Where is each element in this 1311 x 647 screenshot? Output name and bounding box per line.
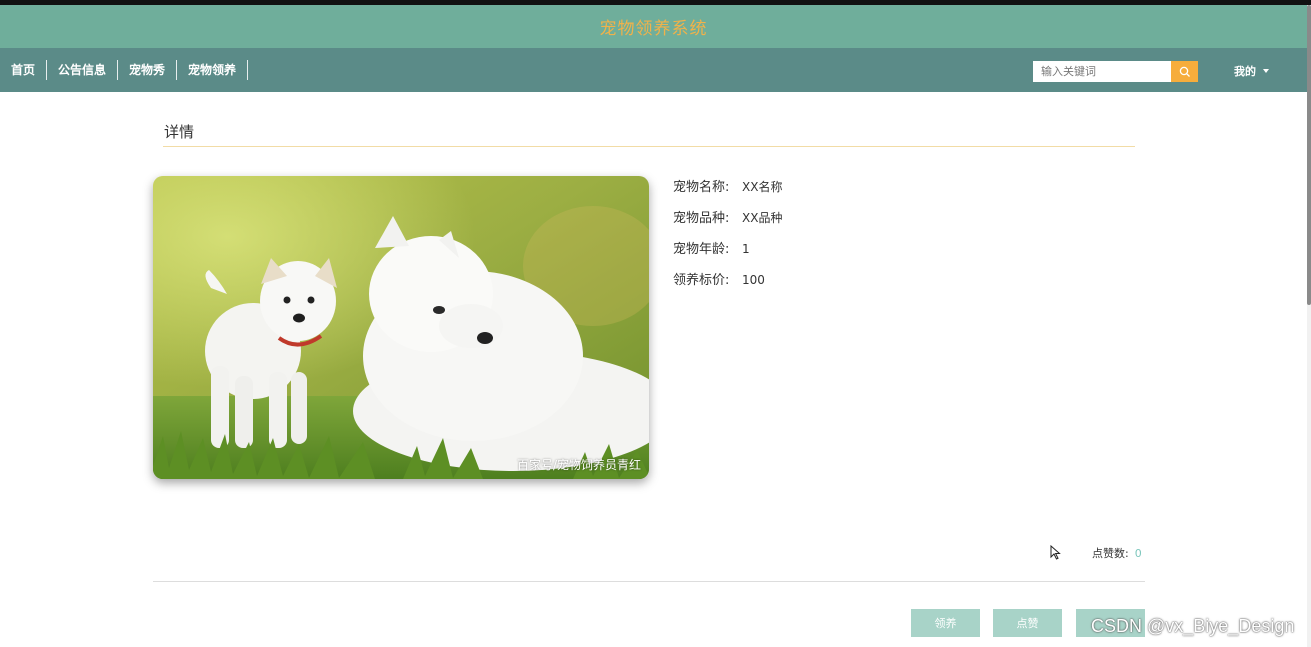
likes-count: 0 <box>1134 547 1142 560</box>
info-row-breed: 宠物品种: XX品种 <box>673 207 782 238</box>
content-divider <box>153 581 1145 582</box>
adopt-button[interactable]: 领养 <box>911 609 980 637</box>
scrollbar-thumb[interactable] <box>1307 5 1311 305</box>
info-label: 宠物名称: <box>673 180 730 195</box>
watermark: CSDN @vx_Biye_Design <box>1091 616 1295 636</box>
section-title: 详情 <box>164 123 195 141</box>
info-row-age: 宠物年龄: 1 <box>673 238 782 269</box>
pet-info-list: 宠物名称: XX名称 宠物品种: XX品种 宠物年龄: 1 领养标价: 100 <box>673 176 782 300</box>
user-menu[interactable]: 我的 <box>1234 63 1269 79</box>
scrollbar[interactable] <box>1307 5 1311 647</box>
search-icon <box>1179 66 1190 77</box>
page: 宠物领养系统 首页 公告信息 宠物秀 宠物领养 我的 详情 <box>0 0 1311 647</box>
nav-bar: 首页 公告信息 宠物秀 宠物领养 我的 <box>0 48 1307 92</box>
info-label: 领养标价: <box>673 273 730 288</box>
search-button[interactable] <box>1171 61 1198 82</box>
nav-menu: 首页 公告信息 宠物秀 宠物领养 <box>0 48 249 92</box>
info-value: XX品种 <box>742 211 783 225</box>
likes-counter: 点赞数: 0 <box>1092 545 1142 561</box>
user-menu-label: 我的 <box>1234 65 1256 78</box>
pet-photo: 百家号/宠物饲养员青红 <box>153 176 649 479</box>
mouse-cursor-icon <box>1050 545 1061 560</box>
nav-item-announcements[interactable]: 公告信息 <box>47 60 119 80</box>
like-button[interactable]: 点赞 <box>993 609 1062 637</box>
info-row-price: 领养标价: 100 <box>673 269 782 300</box>
info-label: 宠物年龄: <box>673 242 730 257</box>
nav-item-pet-adoption[interactable]: 宠物领养 <box>177 60 249 80</box>
title-bar: 宠物领养系统 <box>0 5 1307 48</box>
photo-caption: 百家号/宠物饲养员青红 <box>516 458 641 472</box>
nav-item-pet-show[interactable]: 宠物秀 <box>118 60 178 80</box>
pet-photo-illustration <box>153 176 649 479</box>
info-value: XX名称 <box>742 180 783 194</box>
info-value: 100 <box>742 273 765 287</box>
search-input[interactable] <box>1033 61 1171 82</box>
site-title: 宠物领养系统 <box>599 19 708 39</box>
info-value: 1 <box>742 242 750 256</box>
info-row-name: 宠物名称: XX名称 <box>673 176 782 207</box>
caret-down-icon <box>1263 69 1269 73</box>
info-label: 宠物品种: <box>673 211 730 226</box>
section-title-underline <box>163 146 1135 147</box>
likes-label: 点赞数: <box>1092 547 1129 560</box>
nav-item-home[interactable]: 首页 <box>0 60 48 80</box>
